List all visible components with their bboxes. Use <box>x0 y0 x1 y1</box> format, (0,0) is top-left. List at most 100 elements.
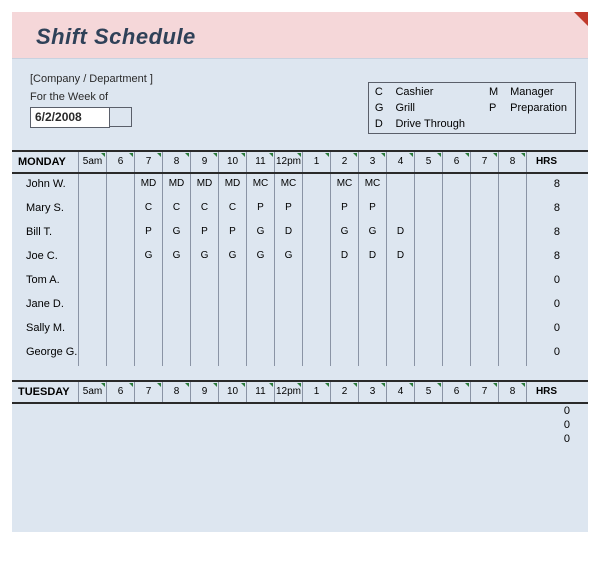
shift-cell[interactable] <box>134 318 162 342</box>
shift-cell[interactable] <box>414 174 442 198</box>
time-header-cell[interactable]: 5 <box>414 382 442 402</box>
time-header-cell[interactable]: 2 <box>330 382 358 402</box>
shift-cell[interactable]: P <box>358 198 386 222</box>
shift-cell[interactable]: D <box>358 246 386 270</box>
shift-cell[interactable] <box>106 222 134 246</box>
shift-cell[interactable] <box>218 318 246 342</box>
shift-cell[interactable] <box>78 318 106 342</box>
shift-cell[interactable]: D <box>386 246 414 270</box>
shift-cell[interactable]: MD <box>162 174 190 198</box>
shift-cell[interactable] <box>330 294 358 318</box>
shift-cell[interactable]: C <box>190 198 218 222</box>
shift-cell[interactable] <box>442 318 470 342</box>
shift-cell[interactable] <box>442 198 470 222</box>
shift-cell[interactable]: C <box>162 198 190 222</box>
time-header-cell[interactable]: 10 <box>218 382 246 402</box>
shift-cell[interactable] <box>106 246 134 270</box>
shift-cell[interactable] <box>414 342 442 366</box>
shift-cell[interactable] <box>106 342 134 366</box>
shift-cell[interactable] <box>302 318 330 342</box>
shift-cell[interactable] <box>386 270 414 294</box>
shift-cell[interactable] <box>218 270 246 294</box>
shift-cell[interactable]: P <box>190 222 218 246</box>
shift-cell[interactable] <box>414 270 442 294</box>
shift-cell[interactable] <box>470 246 498 270</box>
shift-cell[interactable] <box>106 318 134 342</box>
employee-name[interactable]: Joe C. <box>12 246 78 270</box>
shift-cell[interactable]: G <box>274 246 302 270</box>
shift-cell[interactable]: MD <box>134 174 162 198</box>
shift-cell[interactable]: P <box>274 198 302 222</box>
shift-cell[interactable] <box>470 318 498 342</box>
shift-cell[interactable] <box>330 342 358 366</box>
shift-cell[interactable]: D <box>330 246 358 270</box>
employee-name[interactable]: Tom A. <box>12 270 78 294</box>
shift-cell[interactable] <box>470 222 498 246</box>
shift-cell[interactable]: G <box>190 246 218 270</box>
shift-cell[interactable] <box>106 294 134 318</box>
shift-cell[interactable] <box>470 198 498 222</box>
shift-cell[interactable]: D <box>386 222 414 246</box>
shift-cell[interactable] <box>274 270 302 294</box>
shift-cell[interactable]: P <box>330 198 358 222</box>
shift-cell[interactable]: P <box>218 222 246 246</box>
shift-cell[interactable] <box>190 318 218 342</box>
shift-cell[interactable] <box>470 294 498 318</box>
shift-cell[interactable] <box>246 342 274 366</box>
shift-cell[interactable] <box>470 342 498 366</box>
time-header-cell[interactable]: 7 <box>134 382 162 402</box>
shift-cell[interactable]: P <box>246 198 274 222</box>
shift-cell[interactable] <box>498 342 526 366</box>
time-header-cell[interactable]: 5am <box>78 152 106 172</box>
shift-cell[interactable] <box>386 318 414 342</box>
shift-cell[interactable] <box>302 198 330 222</box>
shift-cell[interactable] <box>442 174 470 198</box>
time-header-cell[interactable]: 9 <box>190 152 218 172</box>
shift-cell[interactable] <box>498 222 526 246</box>
shift-cell[interactable] <box>358 318 386 342</box>
shift-cell[interactable]: MD <box>190 174 218 198</box>
shift-cell[interactable] <box>358 270 386 294</box>
time-header-cell[interactable]: 7 <box>470 152 498 172</box>
shift-cell[interactable]: MC <box>246 174 274 198</box>
shift-cell[interactable] <box>106 198 134 222</box>
employee-name[interactable]: Jane D. <box>12 294 78 318</box>
shift-cell[interactable]: G <box>246 222 274 246</box>
time-header-cell[interactable]: 1 <box>302 382 330 402</box>
shift-cell[interactable]: G <box>218 246 246 270</box>
shift-cell[interactable] <box>498 270 526 294</box>
shift-cell[interactable] <box>442 270 470 294</box>
time-header-cell[interactable]: 11 <box>246 382 274 402</box>
shift-cell[interactable] <box>78 294 106 318</box>
shift-cell[interactable] <box>414 222 442 246</box>
shift-cell[interactable] <box>386 342 414 366</box>
shift-cell[interactable] <box>78 270 106 294</box>
shift-cell[interactable] <box>470 270 498 294</box>
shift-cell[interactable] <box>302 270 330 294</box>
time-header-cell[interactable]: 12pm <box>274 382 302 402</box>
shift-cell[interactable] <box>498 294 526 318</box>
shift-cell[interactable] <box>274 342 302 366</box>
shift-cell[interactable] <box>274 318 302 342</box>
shift-cell[interactable]: G <box>162 246 190 270</box>
time-header-cell[interactable]: 8 <box>498 152 526 172</box>
shift-cell[interactable] <box>162 294 190 318</box>
shift-cell[interactable] <box>302 222 330 246</box>
time-header-cell[interactable]: 6 <box>442 152 470 172</box>
week-input[interactable]: 6/2/2008 <box>30 107 110 128</box>
shift-cell[interactable] <box>330 270 358 294</box>
time-header-cell[interactable]: 8 <box>162 152 190 172</box>
shift-cell[interactable] <box>414 294 442 318</box>
shift-cell[interactable] <box>330 318 358 342</box>
employee-name[interactable]: Sally M. <box>12 318 78 342</box>
time-header-cell[interactable]: 8 <box>498 382 526 402</box>
time-header-cell[interactable]: 4 <box>386 382 414 402</box>
time-header-cell[interactable]: 7 <box>470 382 498 402</box>
shift-cell[interactable] <box>302 342 330 366</box>
shift-cell[interactable] <box>274 294 302 318</box>
shift-cell[interactable] <box>302 294 330 318</box>
time-header-cell[interactable]: 10 <box>218 152 246 172</box>
shift-cell[interactable]: C <box>134 198 162 222</box>
time-header-cell[interactable]: 6 <box>106 152 134 172</box>
time-header-cell[interactable]: 1 <box>302 152 330 172</box>
